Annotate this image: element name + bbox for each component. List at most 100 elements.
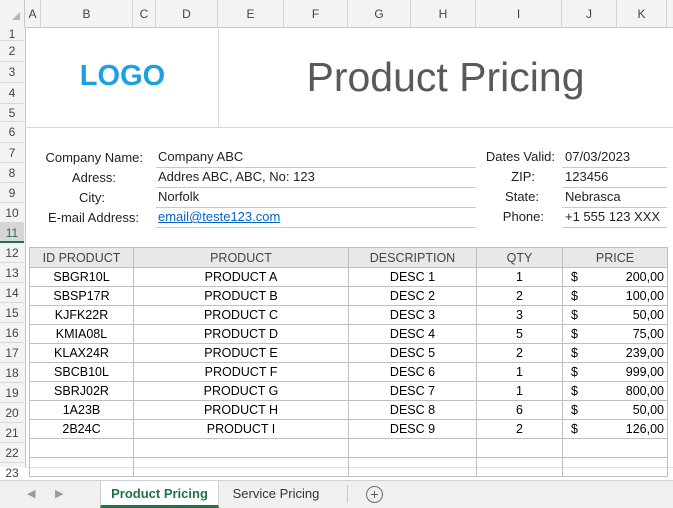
cell-qty[interactable]: 3 (476, 305, 563, 325)
zip-value[interactable]: 123456 (565, 169, 608, 184)
cell-id-product[interactable]: KMIA08L (29, 324, 134, 344)
row-header-7[interactable]: 7 (0, 143, 24, 163)
cell-product[interactable]: PRODUCT H (133, 400, 349, 420)
cell-description[interactable] (348, 438, 477, 458)
table-row[interactable]: KLAX24R PRODUCT E DESC 5 2 $239,00 (29, 343, 668, 363)
cell-qty[interactable]: 1 (476, 381, 563, 401)
cell-product[interactable]: PRODUCT C (133, 305, 349, 325)
table-row[interactable]: SBCB10L PRODUCT F DESC 6 1 $999,00 (29, 362, 668, 382)
table-row[interactable]: SBRJ02R PRODUCT G DESC 7 1 $800,00 (29, 381, 668, 401)
phone-value[interactable]: +1 555 123 XXX (565, 209, 660, 224)
row-header-21[interactable]: 21 (0, 423, 24, 443)
column-header-d[interactable]: D (156, 0, 218, 27)
cell-price[interactable]: $50,00 (562, 400, 668, 420)
column-header-partial[interactable] (667, 0, 673, 27)
city-value[interactable]: Norfolk (158, 189, 199, 204)
email-link[interactable]: email@teste123.com (158, 209, 280, 224)
column-header-g[interactable]: G (348, 0, 411, 27)
table-row[interactable]: SBSP17R PRODUCT B DESC 2 2 $100,00 (29, 286, 668, 306)
row-header-10[interactable]: 10 (0, 203, 24, 223)
column-header-a[interactable]: A (25, 0, 41, 27)
tab-product-pricing[interactable]: Product Pricing (100, 481, 219, 508)
row-header-20[interactable]: 20 (0, 403, 24, 423)
cell-product[interactable]: PRODUCT F (133, 362, 349, 382)
table-row[interactable] (29, 457, 668, 477)
company-name-value[interactable]: Company ABC (158, 149, 243, 164)
tab-service-pricing[interactable]: Service Pricing (220, 481, 332, 508)
cell-id-product[interactable]: 2B24C (29, 419, 134, 439)
table-row[interactable]: 2B24C PRODUCT I DESC 9 2 $126,00 (29, 419, 668, 439)
cell-description[interactable]: DESC 8 (348, 400, 477, 420)
cell-product[interactable] (133, 457, 349, 477)
cell-id-product[interactable] (29, 457, 134, 477)
cell-price[interactable]: $999,00 (562, 362, 668, 382)
cell-description[interactable]: DESC 1 (348, 267, 477, 287)
row-header-8[interactable]: 8 (0, 163, 24, 183)
row-header-14[interactable]: 14 (0, 283, 24, 303)
cell-id-product[interactable]: SBSP17R (29, 286, 134, 306)
header-product[interactable]: PRODUCT (133, 247, 349, 268)
address-value[interactable]: Addres ABC, ABC, No: 123 (158, 169, 315, 184)
cell-qty[interactable]: 2 (476, 286, 563, 306)
cell-qty[interactable]: 5 (476, 324, 563, 344)
row-header-4[interactable]: 4 (0, 83, 24, 104)
row-header-3[interactable]: 3 (0, 62, 24, 83)
row-header-13[interactable]: 13 (0, 263, 24, 283)
cell-qty[interactable]: 6 (476, 400, 563, 420)
row-header-11[interactable]: 11 (0, 223, 24, 243)
row-header-1[interactable]: 1 (0, 27, 24, 41)
row-header-18[interactable]: 18 (0, 363, 24, 383)
plus-circle-icon[interactable]: + (366, 486, 383, 503)
cell-qty[interactable]: 2 (476, 343, 563, 363)
cell-qty[interactable]: 1 (476, 362, 563, 382)
table-row[interactable]: 1A23B PRODUCT H DESC 8 6 $50,00 (29, 400, 668, 420)
column-header-f[interactable]: F (284, 0, 348, 27)
state-value[interactable]: Nebrasca (565, 189, 621, 204)
cell-qty[interactable]: 2 (476, 419, 563, 439)
cell-description[interactable]: DESC 9 (348, 419, 477, 439)
column-header-j[interactable]: J (562, 0, 617, 27)
cell-qty[interactable]: 1 (476, 267, 563, 287)
cell-id-product[interactable] (29, 438, 134, 458)
row-header-6[interactable]: 6 (0, 122, 24, 143)
cell-price[interactable]: $50,00 (562, 305, 668, 325)
cell-price[interactable]: $75,00 (562, 324, 668, 344)
cell-id-product[interactable]: SBRJ02R (29, 381, 134, 401)
column-header-c[interactable]: C (133, 0, 156, 27)
column-header-h[interactable]: H (411, 0, 476, 27)
row-header-15[interactable]: 15 (0, 303, 24, 323)
cell-price[interactable]: $126,00 (562, 419, 668, 439)
cell-price[interactable]: $200,00 (562, 267, 668, 287)
row-header-16[interactable]: 16 (0, 323, 24, 343)
row-header-22[interactable]: 22 (0, 443, 24, 463)
header-price[interactable]: PRICE (562, 247, 668, 268)
table-row[interactable]: KMIA08L PRODUCT D DESC 4 5 $75,00 (29, 324, 668, 344)
cell-qty[interactable] (476, 438, 563, 458)
header-description[interactable]: DESCRIPTION (348, 247, 477, 268)
cell-description[interactable]: DESC 7 (348, 381, 477, 401)
cell-id-product[interactable]: SBCB10L (29, 362, 134, 382)
cell-price[interactable] (562, 457, 668, 477)
cell-product[interactable]: PRODUCT I (133, 419, 349, 439)
cell-product[interactable]: PRODUCT A (133, 267, 349, 287)
cell-description[interactable] (348, 457, 477, 477)
chevron-right-icon[interactable]: ▶ (55, 487, 63, 500)
cell-description[interactable]: DESC 2 (348, 286, 477, 306)
column-header-e[interactable]: E (218, 0, 284, 27)
row-header-5[interactable]: 5 (0, 104, 24, 122)
table-row[interactable]: SBGR10L PRODUCT A DESC 1 1 $200,00 (29, 267, 668, 287)
column-header-i[interactable]: I (476, 0, 562, 27)
cell-product[interactable]: PRODUCT G (133, 381, 349, 401)
cell-id-product[interactable]: KLAX24R (29, 343, 134, 363)
chevron-left-icon[interactable]: ◀ (27, 487, 35, 500)
row-header-17[interactable]: 17 (0, 343, 24, 363)
cell-description[interactable]: DESC 3 (348, 305, 477, 325)
header-qty[interactable]: QTY (476, 247, 563, 268)
cell-product[interactable]: PRODUCT D (133, 324, 349, 344)
cell-price[interactable]: $239,00 (562, 343, 668, 363)
cell-id-product[interactable]: KJFK22R (29, 305, 134, 325)
cell-product[interactable]: PRODUCT E (133, 343, 349, 363)
table-row[interactable]: KJFK22R PRODUCT C DESC 3 3 $50,00 (29, 305, 668, 325)
cell-product[interactable] (133, 438, 349, 458)
header-id-product[interactable]: ID PRODUCT (29, 247, 134, 268)
